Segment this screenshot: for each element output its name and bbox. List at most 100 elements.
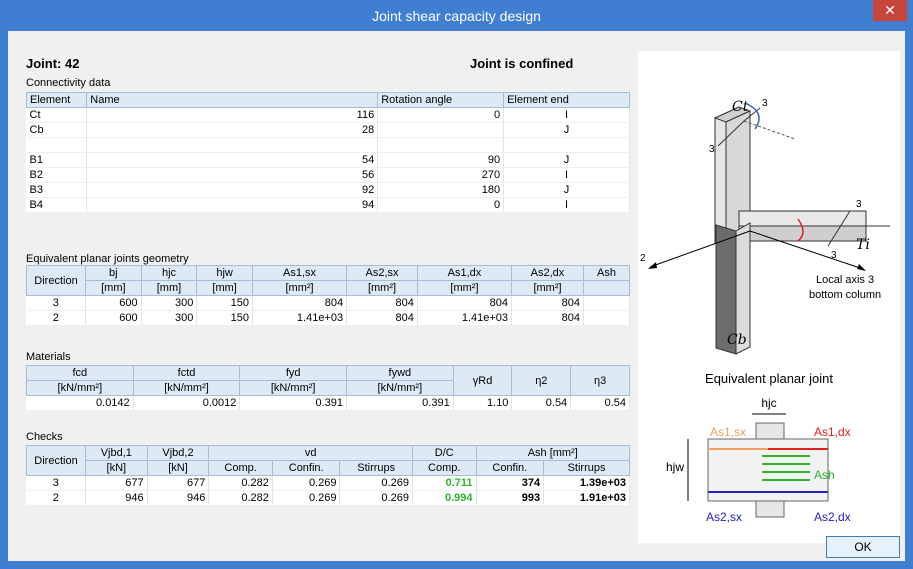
label-as1dx: As1,dx xyxy=(814,425,851,439)
col-element-end[interactable]: Element end xyxy=(503,92,630,108)
cell-element-end: J xyxy=(503,122,630,138)
col-hjc[interactable]: hjc xyxy=(140,265,198,281)
label-2: 2 xyxy=(640,253,646,264)
cell-value: 993 xyxy=(476,490,545,506)
cell-name: 92 xyxy=(86,182,379,198)
col-as2sx[interactable]: As2,sx xyxy=(346,265,418,281)
table-row[interactable]: 3 677 677 0.282 0.269 0.269 0.711 374 1.39e+03 xyxy=(26,475,630,491)
cell-rotation: 0 xyxy=(377,107,505,123)
table-row[interactable]: 3 600 300 150 804 804 804 804 xyxy=(26,295,631,311)
cell-direction: 3 xyxy=(26,475,86,491)
col-check-direction[interactable]: Direction xyxy=(26,445,86,476)
checks-subheader: Confin. xyxy=(475,460,545,476)
unit-fyd: [kN/mm²] xyxy=(239,380,348,396)
col-name[interactable]: Name xyxy=(86,92,379,108)
col-fywd[interactable]: fywd xyxy=(346,365,454,381)
cell-value: 0.994 xyxy=(412,490,477,506)
label-3-beam-low: 3 xyxy=(831,250,837,261)
col-element[interactable]: Element xyxy=(25,92,88,108)
col-fctd[interactable]: fctd xyxy=(132,365,241,381)
label-3-left: 3 xyxy=(709,144,715,155)
col-dc[interactable]: D/C xyxy=(411,445,477,461)
table-row[interactable]: Cb 28 J xyxy=(26,122,630,138)
col-direction[interactable]: Direction xyxy=(26,265,86,296)
geometry-unit xyxy=(582,280,631,296)
cell-value: 1.39e+03 xyxy=(543,475,630,491)
label-as2dx: As2,dx xyxy=(814,510,851,524)
cell-rotation xyxy=(377,137,505,153)
cell-direction: 3 xyxy=(26,295,86,311)
value-eta3: 0.54 xyxy=(570,395,630,411)
col-vjbd2[interactable]: Vjbd,2 xyxy=(146,445,210,461)
label-as1sx: As1,sx xyxy=(710,425,746,439)
geometry-unit: [mm²] xyxy=(511,280,584,296)
connectivity-table[interactable]: Element Name Rotation angle Element end … xyxy=(25,92,630,213)
cell-value xyxy=(583,295,631,311)
materials-table[interactable]: fcd fctd fyd fywd γRd η2 η3 [kN/mm²] [kN… xyxy=(26,365,630,411)
geometry-unit: [mm²] xyxy=(346,280,418,296)
checks-subheader: Stirrups xyxy=(339,460,413,476)
cell-value: 600 xyxy=(85,310,142,326)
ok-button[interactable]: OK xyxy=(826,536,900,558)
table-row[interactable]: B2 56 270 I xyxy=(26,167,630,183)
cell-value: 0.269 xyxy=(272,490,341,506)
col-fcd[interactable]: fcd xyxy=(26,365,134,381)
col-as2dx[interactable]: As2,dx xyxy=(511,265,584,281)
cell-element-end xyxy=(503,137,630,153)
cell-value: 0.269 xyxy=(339,490,413,506)
label-ct: Ct xyxy=(732,99,749,115)
col-as1sx[interactable]: As1,sx xyxy=(251,265,348,281)
unit-fywd: [kN/mm²] xyxy=(346,380,454,396)
checks-subheader: [kN] xyxy=(85,460,148,476)
geometry-unit: [mm] xyxy=(196,280,253,296)
checks-subheader: [kN] xyxy=(146,460,210,476)
geometry-unit: [mm] xyxy=(140,280,198,296)
table-row[interactable]: B3 92 180 J xyxy=(26,182,630,198)
cell-rotation xyxy=(377,122,505,138)
cell-value: 0.282 xyxy=(208,490,273,506)
col-vjbd1[interactable]: Vjbd,1 xyxy=(85,445,148,461)
cell-direction: 2 xyxy=(26,490,86,506)
table-row[interactable]: B4 94 0 I xyxy=(26,197,630,213)
col-hjw[interactable]: hjw xyxy=(196,265,253,281)
cell-element: B1 xyxy=(26,152,88,168)
cell-element: B4 xyxy=(26,197,88,213)
unit-fctd: [kN/mm²] xyxy=(132,380,241,396)
col-vd[interactable]: vd xyxy=(208,445,413,461)
cell-value: 150 xyxy=(196,295,253,311)
table-row[interactable]: 2 946 946 0.282 0.269 0.269 0.994 993 1.91e+03 xyxy=(26,490,630,506)
checks-subheader: Confin. xyxy=(271,460,341,476)
geometry-unit: [mm²] xyxy=(251,280,348,296)
close-button[interactable]: ✕ xyxy=(873,0,907,21)
table-row[interactable]: 2 600 300 150 1.41e+03 804 1.41e+03 804 xyxy=(26,310,631,326)
col-ash[interactable]: Ash xyxy=(582,265,631,281)
cell-name xyxy=(86,137,379,153)
col-eta2[interactable]: η2 xyxy=(511,365,572,396)
cell-value: 804 xyxy=(511,310,584,326)
col-as1dx[interactable]: As1,dx xyxy=(416,265,513,281)
col-ash-req[interactable]: Ash [mm²] xyxy=(475,445,631,461)
table-row[interactable] xyxy=(26,137,630,153)
table-row[interactable]: Ct 116 0 I xyxy=(26,107,630,123)
table-row[interactable]: B1 54 90 J xyxy=(26,152,630,168)
checks-subheader: Comp. xyxy=(208,460,273,476)
cell-element-end: J xyxy=(503,152,630,168)
col-gamma-rd[interactable]: γRd xyxy=(452,365,513,396)
cell-value: 0.269 xyxy=(272,475,341,491)
cell-value: 300 xyxy=(141,295,198,311)
title-bar: Joint shear capacity design ✕ xyxy=(0,0,913,31)
col-bj[interactable]: bj xyxy=(85,265,142,281)
label-as2sx: As2,sx xyxy=(706,510,742,524)
value-gamma-rd: 1.10 xyxy=(453,395,513,411)
unit-fcd: [kN/mm²] xyxy=(26,380,134,396)
value-eta2: 0.54 xyxy=(511,395,572,411)
cell-name: 116 xyxy=(86,107,379,123)
col-eta3[interactable]: η3 xyxy=(570,365,630,396)
checks-subheader: Comp. xyxy=(411,460,477,476)
col-rotation[interactable]: Rotation angle xyxy=(377,92,505,108)
checks-table[interactable]: Direction Vjbd,1 Vjbd,2 vd D/C Ash [mm²]… xyxy=(26,445,631,506)
col-fyd[interactable]: fyd xyxy=(239,365,348,381)
geometry-table[interactable]: Direction bj hjc hjw As1,sx As2,sx As1,d… xyxy=(26,265,631,326)
cell-element-end: I xyxy=(503,197,630,213)
cell-value: 946 xyxy=(147,490,210,506)
